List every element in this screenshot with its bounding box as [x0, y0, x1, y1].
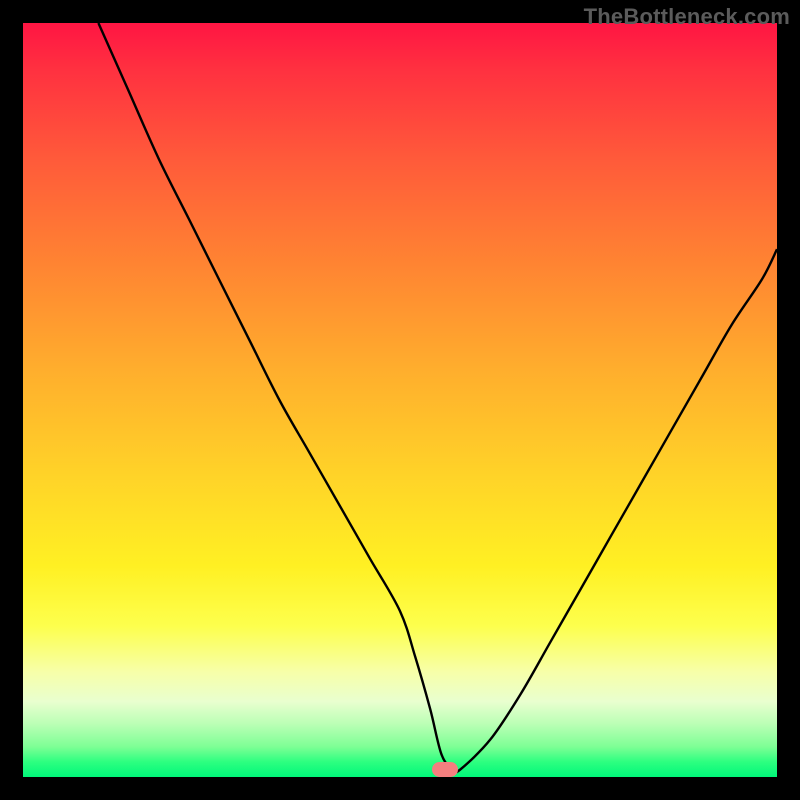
- watermark-text: TheBottleneck.com: [584, 4, 790, 30]
- chart-frame: TheBottleneck.com: [0, 0, 800, 800]
- bottleneck-marker: [432, 762, 458, 777]
- gradient-background: [23, 23, 777, 777]
